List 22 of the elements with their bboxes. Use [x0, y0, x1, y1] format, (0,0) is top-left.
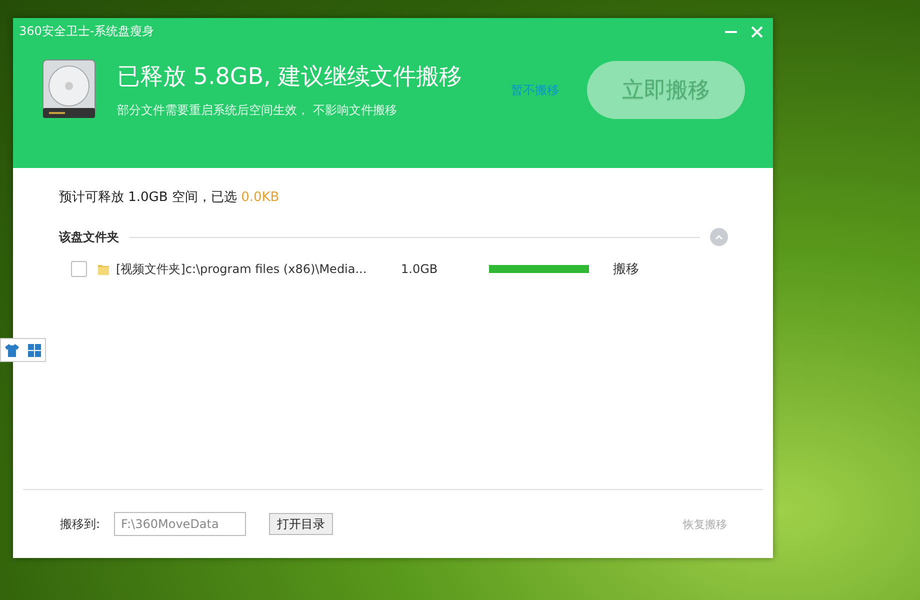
window-title: 360安全卫士-系统盘瘦身 — [19, 23, 154, 40]
minimize-button[interactable] — [725, 30, 737, 32]
shirt-icon[interactable] — [5, 344, 20, 356]
close-button[interactable] — [751, 26, 763, 38]
section-title: 该盘文件夹 — [59, 228, 119, 246]
folder-path: [视频文件夹]c:\program files (x86)\Media... — [116, 260, 368, 278]
checkbox[interactable] — [71, 261, 87, 277]
subtext: 部分文件需要重启系统后空间生效， 不影响文件搬移 — [117, 102, 398, 119]
folder-size: 1.0GB — [401, 262, 439, 276]
caret-icon — [715, 234, 723, 240]
headline: 已释放 5.8GB, 建议继续文件搬移 — [117, 63, 464, 92]
destination-label: 搬移到: — [60, 516, 100, 532]
destination-field[interactable]: F:\360MoveData — [114, 512, 246, 536]
folder-icon — [97, 262, 110, 276]
minimize-icon — [725, 30, 737, 32]
grid-icon[interactable] — [28, 344, 41, 356]
move-link[interactable]: 搬移 — [613, 260, 639, 278]
summary-text: 预计可释放 1.0GB 空间，已选 0.0KB — [59, 189, 280, 206]
restore-link[interactable]: 恢复搬移 — [683, 516, 727, 532]
open-folder-button[interactable]: 打开目录 — [269, 513, 334, 535]
close-icon — [751, 26, 763, 38]
collapse-button[interactable] — [710, 228, 728, 246]
